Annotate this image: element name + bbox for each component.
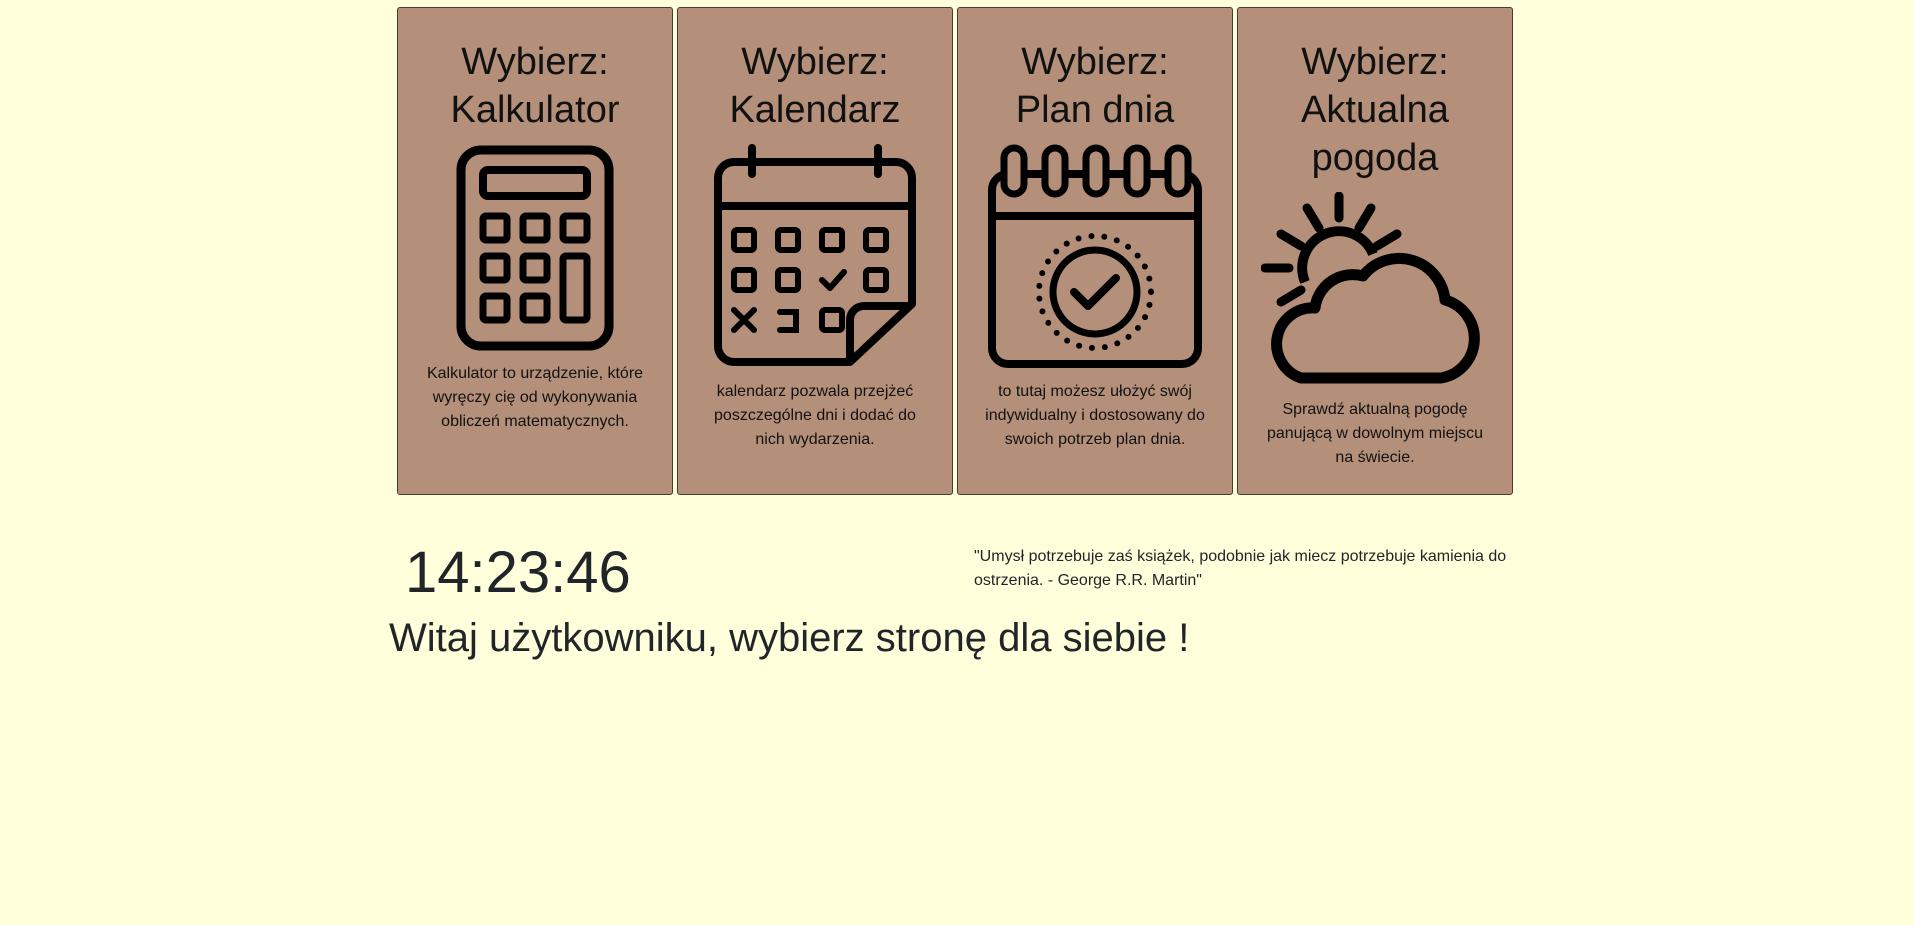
card-description: Kalkulator to urządzenie, które wyręczy … — [426, 365, 644, 430]
card-title-line1: Wybierz: — [1021, 41, 1169, 83]
calculator-card[interactable]: Wybierz: Kalkulator Kalkulator to urządz… — [397, 7, 673, 495]
card-title: Wybierz: Kalendarz — [688, 38, 942, 134]
welcome-heading: Witaj użytkowniku, wybierz stronę dla si… — [389, 616, 1190, 660]
card-title: Wybierz: Plan dnia — [968, 38, 1222, 134]
card-description: Sprawdź aktualną pogodę panującą w dowol… — [1266, 401, 1484, 466]
card-title-line1: Wybierz: — [461, 41, 609, 83]
card-title: Wybierz: Aktualna pogoda — [1248, 38, 1502, 182]
card-title-line1: Wybierz: — [1301, 41, 1449, 83]
clock-display: 14:23:46 — [405, 540, 631, 605]
calendar-icon — [678, 144, 952, 370]
day-plan-icon — [958, 144, 1232, 370]
calculator-icon — [398, 144, 672, 352]
calendar-card[interactable]: Wybierz: Kalendarz kalendarz pozwala prz… — [677, 7, 953, 495]
card-title-line2: Kalkulator — [450, 89, 620, 131]
weather-card[interactable]: Wybierz: Aktualna pogoda Sprawdź aktualn… — [1237, 7, 1513, 495]
app-cards: Wybierz: Kalkulator Kalkulator to urządz… — [397, 7, 1518, 497]
card-title-line3: pogoda — [1311, 137, 1439, 179]
card-title-line1: Wybierz: — [741, 41, 889, 83]
card-description: to tutaj możesz ułożyć swój indywidualny… — [985, 383, 1205, 448]
card-title-line2: Kalendarz — [729, 89, 901, 131]
card-title: Wybierz: Kalkulator — [408, 38, 662, 134]
card-title-line2: Plan dnia — [1015, 89, 1175, 131]
weather-icon — [1238, 192, 1512, 388]
quote-text: "Umysł potrzebuje zaś książek, podobnie … — [974, 548, 1507, 589]
card-title-line2: Aktualna — [1301, 89, 1449, 131]
day-plan-card[interactable]: Wybierz: Plan dnia to tutaj możesz ułoży… — [957, 7, 1233, 495]
card-description: kalendarz pozwala przejżeć poszczególne … — [714, 383, 916, 448]
